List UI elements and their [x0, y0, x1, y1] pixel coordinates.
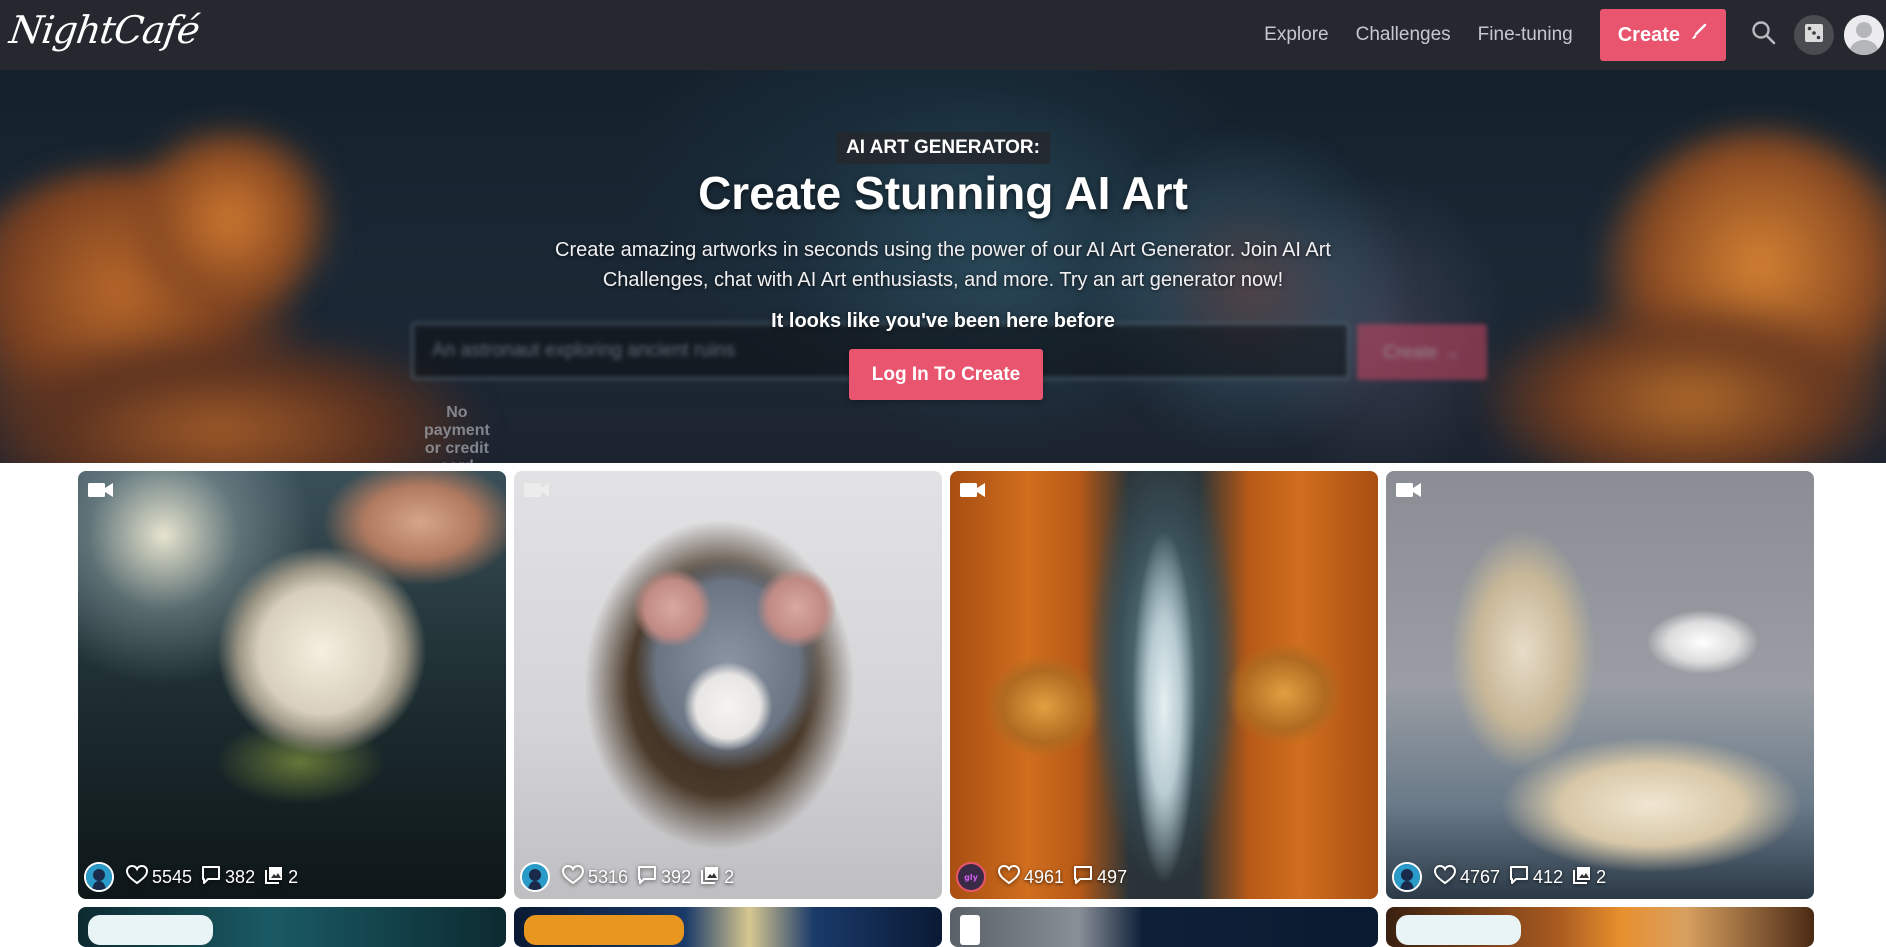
- images-stat: 2: [700, 865, 734, 890]
- likes-count: 4961: [1024, 866, 1065, 887]
- likes-stat[interactable]: 4961: [997, 864, 1065, 890]
- card-artwork-moon: [78, 471, 506, 899]
- video-icon: [1396, 481, 1422, 499]
- card-badge: [960, 915, 980, 945]
- nav-link-explore[interactable]: Explore: [1264, 24, 1328, 46]
- card-badge: [1396, 915, 1521, 945]
- creator-avatar[interactable]: [520, 862, 550, 892]
- returning-user-notice: It looks like you've been here before: [771, 310, 1115, 332]
- hero-content: AI ART GENERATOR: Create Stunning AI Art…: [0, 70, 1886, 463]
- hero-description: Create amazing artworks in seconds using…: [555, 239, 1331, 291]
- gallery-card-partial[interactable]: [78, 907, 506, 947]
- comments-count: 392: [661, 866, 692, 887]
- comments-count: 497: [1097, 866, 1128, 887]
- gallery-card-partial[interactable]: [1386, 907, 1814, 947]
- comments-count: 382: [225, 866, 256, 887]
- hero-eyebrow: AI ART GENERATOR:: [836, 132, 1050, 164]
- no-payment-note: No payment or credit card required: [424, 404, 490, 463]
- images-count: 2: [1596, 866, 1607, 887]
- nightcafe-logo[interactable]: NightCafé: [7, 8, 202, 52]
- image-stack-icon: [700, 865, 724, 890]
- card-stats: 5316 392 2: [520, 861, 743, 893]
- card-badge: [88, 915, 213, 945]
- user-avatar-icon: [1844, 15, 1884, 55]
- card-stats: 4767 412 2: [1392, 861, 1615, 893]
- gallery-card-partial[interactable]: [514, 907, 942, 947]
- heart-icon: [1433, 864, 1460, 890]
- images-count: 2: [288, 866, 299, 887]
- comments-stat[interactable]: 382: [201, 865, 255, 890]
- top-nav: NightCafé Explore Challenges Fine-tuning…: [0, 0, 1886, 70]
- heart-icon: [561, 864, 588, 890]
- nav-create-button[interactable]: Create: [1599, 9, 1726, 61]
- comment-icon: [1073, 865, 1097, 890]
- card-artwork-autumn: [950, 471, 1378, 899]
- comments-stat[interactable]: 392: [637, 865, 691, 890]
- comment-icon: [1509, 865, 1533, 890]
- gallery-card[interactable]: 5316 392 2: [514, 471, 942, 899]
- gallery-card[interactable]: 5545 382 2: [78, 471, 506, 899]
- card-stats: 5545 382 2: [84, 861, 307, 893]
- comments-count: 412: [1533, 866, 1564, 887]
- gallery-card-partial[interactable]: [950, 907, 1378, 947]
- video-icon: [960, 481, 986, 499]
- creator-avatar[interactable]: gly: [956, 862, 986, 892]
- image-stack-icon: [1572, 865, 1596, 890]
- likes-count: 5545: [152, 866, 193, 887]
- comment-icon: [201, 865, 225, 890]
- card-artwork-mouse: [514, 471, 942, 899]
- creator-avatar[interactable]: [84, 862, 114, 892]
- comments-stat[interactable]: 412: [1509, 865, 1563, 890]
- creator-avatar[interactable]: [1392, 862, 1422, 892]
- card-stats: gly 4961 497: [956, 861, 1136, 893]
- likes-stat[interactable]: 4767: [1433, 864, 1501, 890]
- card-badge: [524, 915, 684, 945]
- images-stat: 2: [1572, 865, 1606, 890]
- card-artwork-pirate-ship: [1386, 471, 1814, 899]
- video-icon: [524, 481, 550, 499]
- nav-link-challenges[interactable]: Challenges: [1356, 24, 1451, 46]
- nav-link-fine-tuning[interactable]: Fine-tuning: [1478, 24, 1573, 46]
- login-to-create-button[interactable]: Log In To Create: [849, 349, 1043, 400]
- images-count: 2: [724, 866, 735, 887]
- hero-title: Create Stunning AI Art: [698, 167, 1188, 219]
- gallery-card[interactable]: 4767 412 2: [1386, 471, 1814, 899]
- heart-icon: [997, 864, 1024, 890]
- brush-icon: [1690, 23, 1708, 47]
- user-avatar-button[interactable]: [1844, 15, 1884, 55]
- comments-stat[interactable]: 497: [1073, 865, 1127, 890]
- heart-icon: [125, 864, 152, 890]
- nav-links: Explore Challenges Fine-tuning Create: [1264, 0, 1886, 70]
- video-icon: [88, 481, 114, 499]
- dice-icon: [1804, 23, 1824, 47]
- images-stat: 2: [264, 865, 298, 890]
- hero-section: AI ART GENERATOR: Create Stunning AI Art…: [0, 70, 1886, 463]
- search-button[interactable]: [1744, 15, 1784, 55]
- likes-stat[interactable]: 5316: [561, 864, 629, 890]
- random-button[interactable]: [1794, 15, 1834, 55]
- comment-icon: [637, 865, 661, 890]
- gallery-card[interactable]: gly 4961 497: [950, 471, 1378, 899]
- likes-count: 4767: [1460, 866, 1501, 887]
- nav-create-label: Create: [1617, 23, 1680, 46]
- search-icon: [1751, 20, 1777, 50]
- svg-text:gly: gly: [964, 873, 978, 882]
- likes-stat[interactable]: 5545: [125, 864, 193, 890]
- likes-count: 5316: [588, 866, 629, 887]
- image-stack-icon: [264, 865, 288, 890]
